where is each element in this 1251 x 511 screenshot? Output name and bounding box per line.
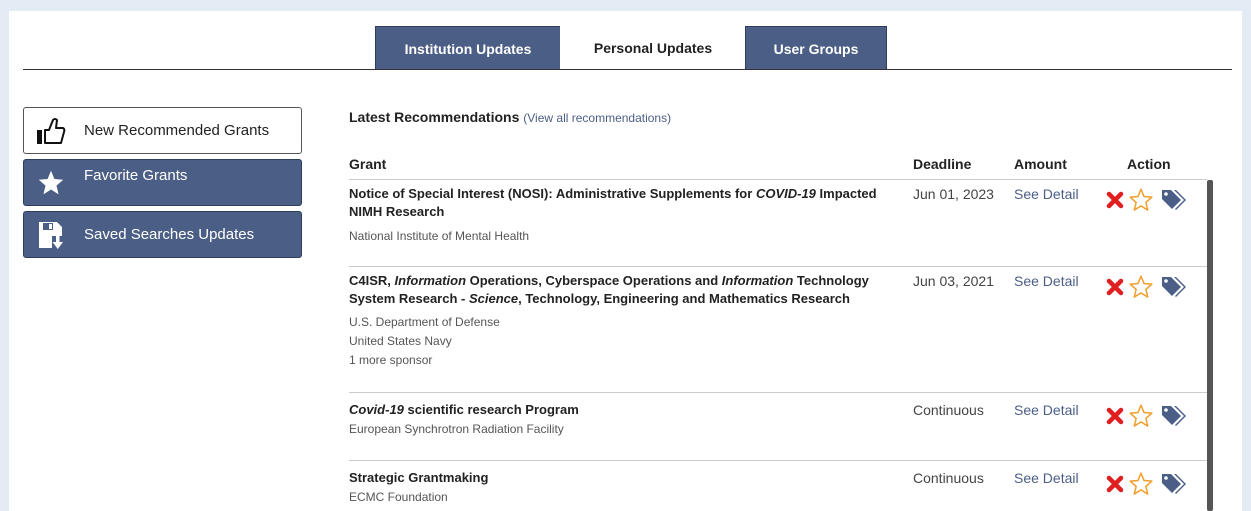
sponsor-name: 1 more sponsor [349, 353, 433, 367]
row-actions [1105, 187, 1187, 213]
table-row: Notice of Special Interest (NOSI): Admin… [349, 179, 1207, 267]
tags-icon[interactable] [1161, 276, 1187, 298]
sidebar-item-label: Favorite Grants [84, 167, 188, 184]
close-icon[interactable] [1105, 474, 1125, 494]
grant-title-segment: Information [394, 273, 467, 288]
tab-bar: Institution Updates Personal Updates Use… [375, 26, 887, 70]
close-icon[interactable] [1105, 190, 1125, 210]
grant-title[interactable]: Notice of Special Interest (NOSI): Admin… [349, 185, 909, 221]
column-header-action: Action [1127, 156, 1171, 172]
close-icon[interactable] [1105, 406, 1125, 426]
see-detail-link[interactable]: See Detail [1014, 273, 1079, 289]
grant-title-segment: Strategic Grantmaking [349, 470, 489, 485]
star-outline-icon[interactable] [1128, 274, 1154, 300]
see-detail-link[interactable]: See Detail [1014, 402, 1079, 418]
star-outline-icon[interactable] [1128, 471, 1154, 497]
sponsor-name: ECMC Foundation [349, 490, 448, 504]
tab-institution-updates[interactable]: Institution Updates [375, 26, 561, 70]
close-icon[interactable] [1105, 277, 1125, 297]
sponsor-name: European Synchrotron Radiation Facility [349, 422, 564, 436]
deadline: Jun 01, 2023 [913, 186, 994, 202]
section-title: Latest Recommendations [349, 109, 520, 125]
main-panel: Institution Updates Personal Updates Use… [9, 11, 1242, 511]
grant-title[interactable]: Strategic Grantmaking [349, 469, 909, 487]
deadline: Continuous [913, 402, 984, 418]
row-actions [1105, 403, 1187, 429]
sidebar-item-label: New Recommended Grants [84, 122, 270, 139]
tags-icon[interactable] [1161, 473, 1187, 495]
saved-search-icon [26, 220, 76, 250]
grant-title-segment: Operations, Cyberspace Operations and [466, 273, 722, 288]
star-outline-icon[interactable] [1128, 403, 1154, 429]
sponsor-name: National Institute of Mental Health [349, 229, 530, 243]
column-header-amount: Amount [1014, 156, 1067, 172]
table-row: Covid-19 scientific research Program Euro… [349, 392, 1207, 460]
column-header-deadline: Deadline [913, 156, 972, 172]
star-icon [26, 169, 76, 197]
sidebar-item-new-recommended-grants[interactable]: New Recommended Grants [23, 107, 302, 154]
tags-icon[interactable] [1161, 405, 1187, 427]
thumbs-up-icon [26, 117, 76, 145]
grant-title-segment: Science [468, 291, 519, 306]
grant-title[interactable]: Covid-19 scientific research Program [349, 401, 909, 419]
grant-title-segment: , Technology, Engineering and Mathematic… [518, 291, 850, 306]
sponsor-name: United States Navy [349, 334, 452, 348]
latest-recommendations-heading: Latest Recommendations (View all recomme… [349, 109, 671, 125]
column-header-grant: Grant [349, 156, 387, 172]
deadline: Continuous [913, 470, 984, 486]
star-outline-icon[interactable] [1128, 187, 1154, 213]
row-actions [1105, 471, 1187, 497]
grant-title-segment: C4ISR, [349, 273, 395, 288]
sidebar-item-saved-searches-updates[interactable]: Saved Searches Updates [23, 211, 302, 258]
grant-title-segment: Information [721, 273, 794, 288]
row-actions [1105, 274, 1187, 300]
see-detail-link[interactable]: See Detail [1014, 186, 1079, 202]
table-row: C4ISR, Information Operations, Cyberspac… [349, 266, 1207, 392]
tab-personal-updates[interactable]: Personal Updates [560, 26, 746, 70]
see-detail-link[interactable]: See Detail [1014, 470, 1079, 486]
sidebar-item-label: Saved Searches Updates [84, 226, 255, 243]
tab-user-groups[interactable]: User Groups [745, 26, 887, 70]
grant-title-segment: scientific research Program [403, 402, 579, 417]
grant-title-segment: COVID-19 [755, 186, 816, 201]
scrollbar[interactable] [1207, 180, 1213, 511]
tab-divider [23, 69, 1232, 70]
sidebar-item-favorite-grants[interactable]: Favorite Grants [23, 159, 302, 206]
deadline: Jun 03, 2021 [913, 273, 994, 289]
tags-icon[interactable] [1161, 189, 1187, 211]
grant-title[interactable]: C4ISR, Information Operations, Cyberspac… [349, 272, 909, 308]
view-all-recommendations-link[interactable]: (View all recommendations) [523, 111, 671, 125]
grant-title-segment: Notice of Special Interest (NOSI): Admin… [349, 186, 756, 201]
table-row: Strategic Grantmaking ECMC Foundation Cont… [349, 460, 1207, 511]
grant-title-segment: Covid-19 [349, 402, 404, 417]
sponsor-name: U.S. Department of Defense [349, 315, 500, 329]
